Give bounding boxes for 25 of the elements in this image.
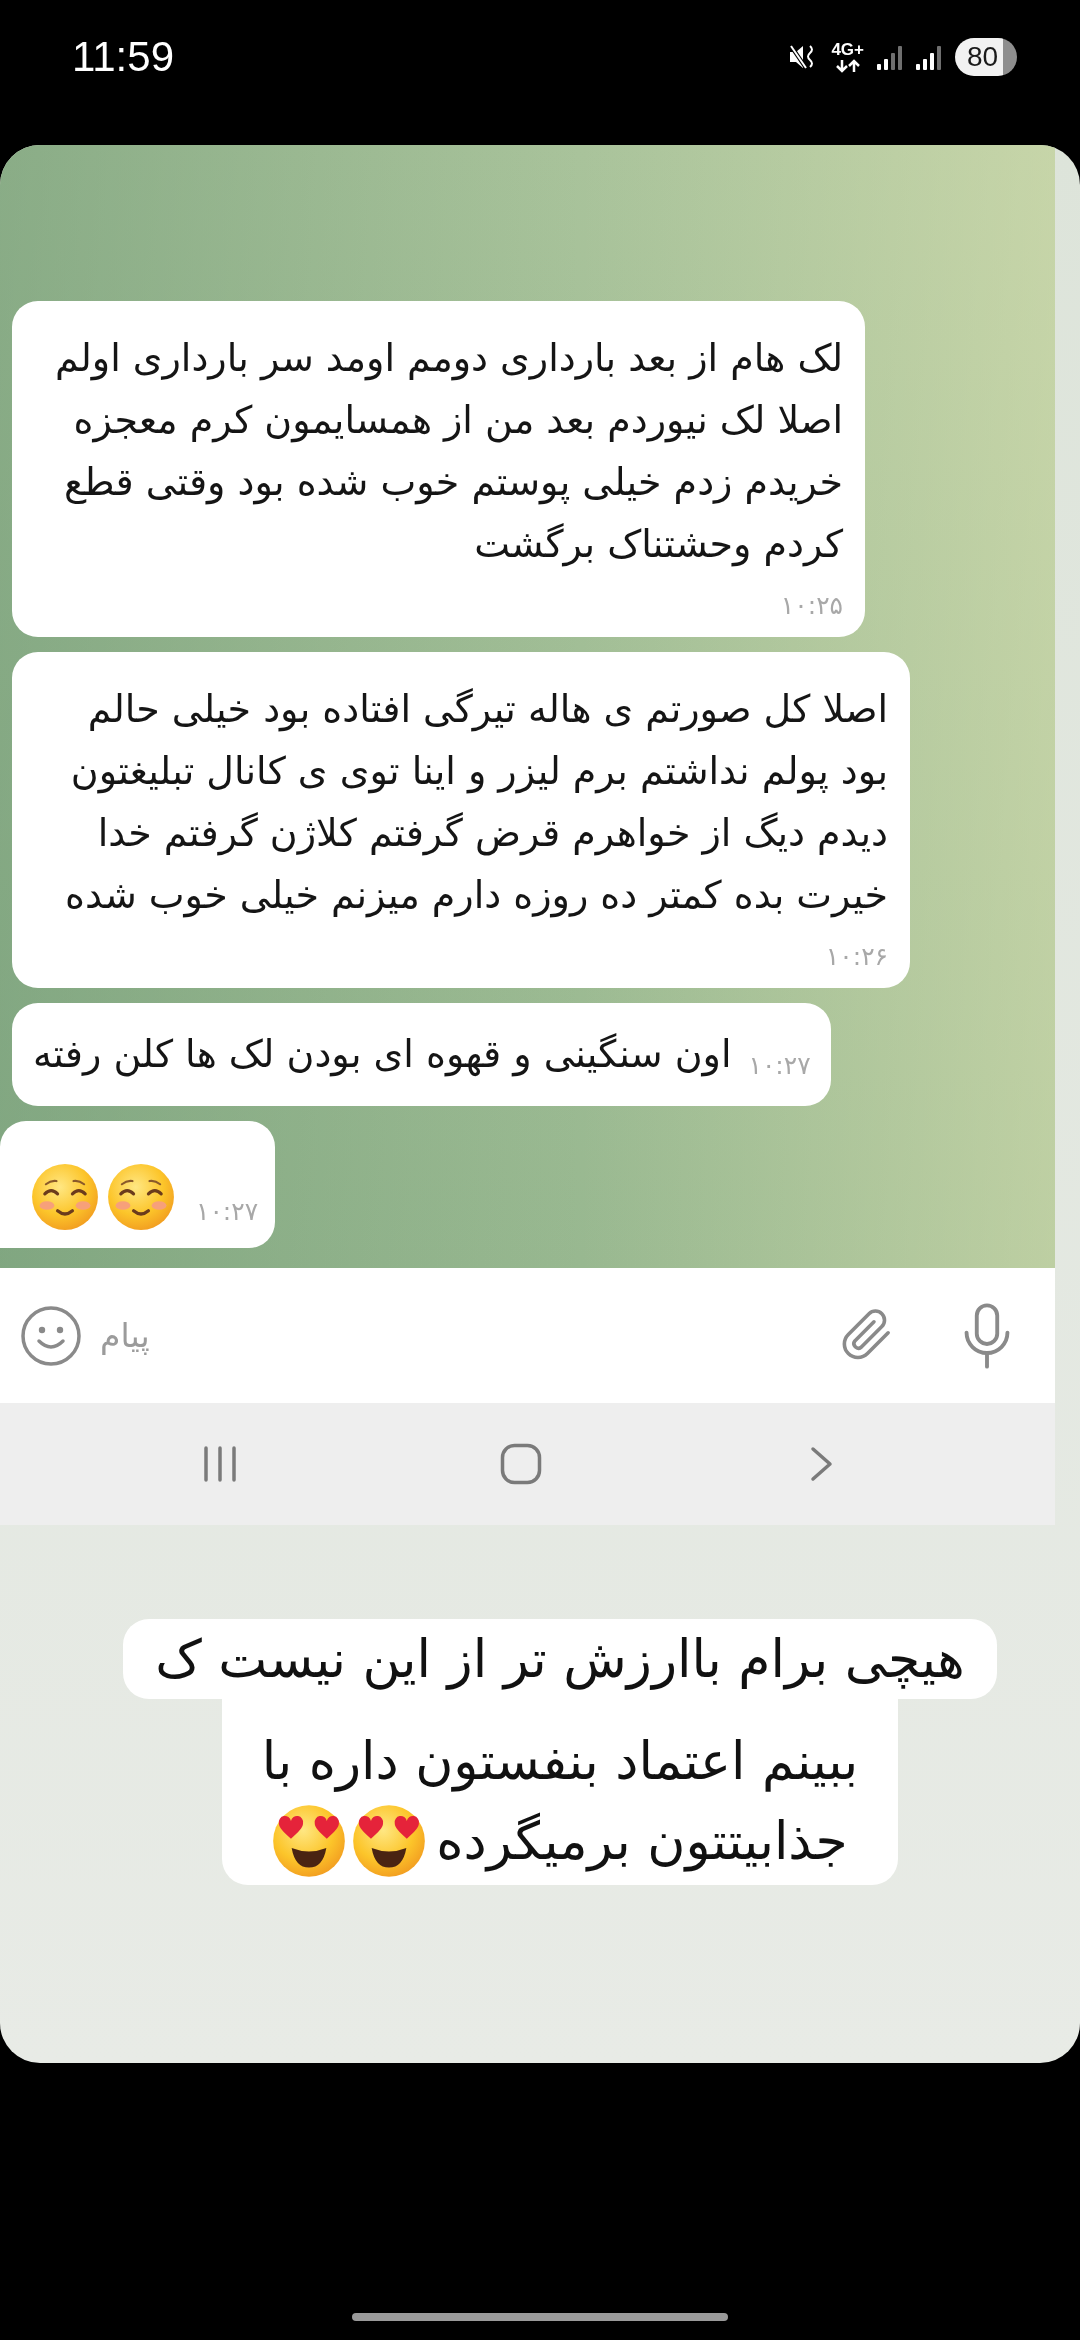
network-type-label: 4G+ [831,41,864,59]
microphone-icon[interactable] [962,1302,1012,1369]
battery-percentage: 80 [967,42,999,72]
caption-text: ببینم اعتماد بنفستون داره با [261,1730,859,1794]
message-time: ۱۰:۲۵ [780,590,843,622]
message-text: اصلا کل صورتم ی هاله تیرگی افتاده بود خیلی حالم بود پولم نداشتم برم لیزر و اینا توی ی کانال تبلیغتون دیدم دیگ از خواهرم قرض گرفتم کلاژن گرفتم خدا خیرت بده کمتر ده روزه دارم میزنم خیلی خوب شده [64,686,888,920]
caption-text: هیچی برام باارزش تر از این نیست ک [155,1628,965,1692]
home-icon[interactable] [500,1443,542,1485]
data-arrows-icon [834,59,861,73]
message-time: ۱۰:۲۷ [748,1050,811,1082]
smiling-face-icon [31,1163,99,1231]
message-composer[interactable]: پیام [0,1268,1055,1403]
heart-eyes-icon [352,1804,427,1878]
status-time: 11:59 [72,32,174,82]
message-time: ۱۰:۲۷ [196,1196,259,1228]
caption-text: جذابیتتون برمیگرده [436,1810,848,1874]
message-time: ۱۰:۲۶ [825,941,888,973]
heart-eyes-icon [272,1804,347,1878]
smiling-face-icon [107,1163,175,1231]
message-text: لک هام از بعد بارداری دومم اومد سر بارداری اولم اصلا لک نیوردم بعد من از همسایمون کرم معجزه خریدم زدم خیلی پوستم خوب شده بود وقتی قطع کردم وحشتناک برگشت [53,335,843,569]
back-icon[interactable] [810,1446,834,1482]
signal-icon [916,44,942,70]
message-text: اون سنگینی و قهوه ای بودن لک ها کلن رفته [33,1031,732,1079]
smiley-icon[interactable] [20,1304,82,1367]
signal-icon [877,44,903,70]
